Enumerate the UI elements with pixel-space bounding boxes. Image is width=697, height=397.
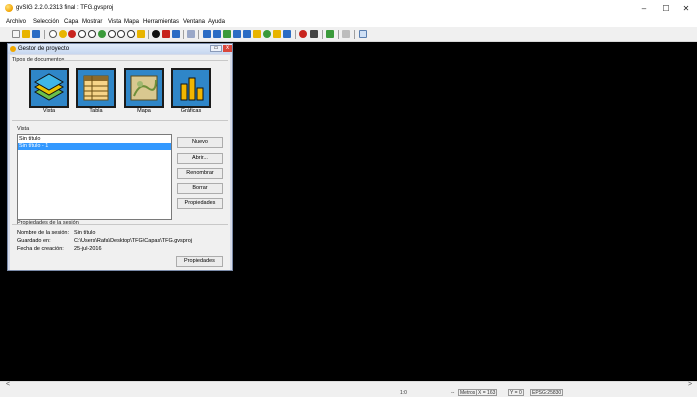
zoom-full-icon[interactable] <box>98 30 106 38</box>
info-icon[interactable] <box>152 30 160 38</box>
toolbar-separator <box>44 30 45 39</box>
list-item[interactable]: Sin título <box>18 136 171 143</box>
stop-icon[interactable] <box>299 30 307 38</box>
table-icon[interactable] <box>76 68 116 108</box>
chart-icon[interactable] <box>171 68 211 108</box>
layer-icon[interactable] <box>326 30 334 38</box>
save-icon[interactable] <box>32 30 40 38</box>
gvsig-logo-icon <box>5 4 13 12</box>
toolbar-separator <box>354 30 355 39</box>
saved-in-value: C:\Users\Rafa\Desktop\TFG\Capas\TFG.gvsp… <box>74 238 192 244</box>
scale-value: 1:0 <box>400 390 407 396</box>
measure-icon[interactable] <box>162 30 170 38</box>
session-section-label: Propiedades de la sesión <box>17 220 79 226</box>
saved-in-label: Guardado en: <box>17 238 51 244</box>
menu-archivo[interactable]: Archivo <box>6 19 26 25</box>
select-polygon-icon[interactable] <box>223 30 231 38</box>
zoom-next-icon[interactable] <box>117 30 125 38</box>
project-manager-icon <box>10 46 16 52</box>
new-icon[interactable] <box>12 30 20 38</box>
epsg-code[interactable]: EPSG:25830 <box>530 389 564 396</box>
graph-icon[interactable] <box>273 30 281 38</box>
filter-icon[interactable] <box>253 30 261 38</box>
toolbar-separator <box>295 30 296 39</box>
rename-button[interactable]: Renombrar <box>177 168 223 179</box>
delete-button[interactable]: Borrar <box>177 183 223 194</box>
menu-ayuda[interactable]: Ayuda <box>208 19 225 25</box>
menu-herramientas[interactable]: Herramientas <box>143 19 179 25</box>
doc-type-label-graficas: Gráficas <box>180 108 202 114</box>
zoom-layer-icon[interactable] <box>137 30 145 38</box>
menu-bar: Archivo Selección Capa Mostrar Vista Map… <box>0 18 697 27</box>
status-bar: 1:0 -- Metros X = 163 Y = 0 EPSG:25830 <box>0 389 697 397</box>
view-icon[interactable] <box>29 68 69 108</box>
toolbar-separator <box>198 30 199 39</box>
toolbar-separator <box>148 30 149 39</box>
select-circle-icon[interactable] <box>233 30 241 38</box>
doc-type-label-mapa: Mapa <box>137 108 151 114</box>
minimize-button[interactable]: – <box>637 3 651 15</box>
toolbar-separator <box>338 30 339 39</box>
zoom-select-icon[interactable] <box>127 30 135 38</box>
table-icon[interactable] <box>359 30 367 38</box>
horizontal-scrollbar[interactable]: < > <box>0 381 697 389</box>
toolbar-separator <box>183 30 184 39</box>
docs-section-label: Vista <box>17 126 30 132</box>
toolbar <box>0 27 697 42</box>
session-name-label: Nombre de la sesión: <box>17 230 69 236</box>
zoom-prev-icon[interactable] <box>108 30 116 38</box>
project-manager-close-button[interactable]: x <box>223 45 232 52</box>
doc-types-label: Tipos de documentos <box>12 57 65 63</box>
toolbar-separator <box>322 30 323 39</box>
grid-icon[interactable] <box>342 30 350 38</box>
project-manager-titlebar[interactable]: Gestor de proyecto ▭ x <box>8 44 232 54</box>
select-rect-icon[interactable] <box>213 30 221 38</box>
session-properties-button[interactable]: Propiedades <box>176 256 223 267</box>
creation-date-value: 25-jul-2016 <box>74 246 102 252</box>
map-icon[interactable] <box>124 68 164 108</box>
doc-type-label-vista: Vista <box>42 108 56 114</box>
globe-icon[interactable] <box>263 30 271 38</box>
session-name-value: Sin título <box>74 230 96 236</box>
units-value[interactable]: Metros <box>458 389 478 396</box>
menu-ventana[interactable]: Ventana <box>183 19 205 25</box>
scroll-left-icon[interactable]: < <box>6 381 10 388</box>
y-coordinate: Y = 0 <box>508 389 524 396</box>
units-separator: -- <box>451 390 455 396</box>
zoom-icon[interactable] <box>59 30 67 38</box>
list-item[interactable]: Sin título - 1 <box>18 143 171 150</box>
zoom-icon[interactable] <box>68 30 76 38</box>
open-button[interactable]: Abrir... <box>177 153 223 164</box>
document-list[interactable]: Sin título Sin título - 1 <box>17 134 172 220</box>
doc-type-label-tabla: Tabla <box>89 108 103 114</box>
graph-icon[interactable] <box>283 30 291 38</box>
window-title: gvSIG 2.2.0.2313 final : TFG.gvsproj <box>16 5 114 11</box>
title-bar: gvSIG 2.2.0.2313 final : TFG.gvsproj – ☐… <box>0 0 697 18</box>
creation-date-label: Fecha de creación: <box>17 246 64 252</box>
scroll-right-icon[interactable]: > <box>688 381 692 388</box>
pan-icon[interactable] <box>49 30 57 38</box>
hyperlink-icon[interactable] <box>187 30 195 38</box>
menu-seleccion[interactable]: Selección <box>33 19 59 25</box>
project-manager-title: Gestor de proyecto <box>18 46 70 52</box>
select-icon[interactable] <box>203 30 211 38</box>
zoom-out-icon[interactable] <box>88 30 96 38</box>
open-icon[interactable] <box>22 30 30 38</box>
select-buffer-icon[interactable] <box>243 30 251 38</box>
menu-mapa[interactable]: Mapa <box>124 19 139 25</box>
menu-capa[interactable]: Capa <box>64 19 78 25</box>
divider <box>12 120 228 121</box>
properties-button[interactable]: Propiedades <box>177 198 223 209</box>
menu-vista[interactable]: Vista <box>108 19 121 25</box>
divider <box>62 60 228 61</box>
x-coordinate: X = 163 <box>476 389 498 396</box>
maximize-button[interactable]: ☐ <box>659 3 673 15</box>
menu-mostrar[interactable]: Mostrar <box>82 19 102 25</box>
zoom-in-icon[interactable] <box>78 30 86 38</box>
close-button[interactable]: ✕ <box>679 3 693 15</box>
area-icon[interactable] <box>172 30 180 38</box>
new-button[interactable]: Nuevo <box>177 137 223 148</box>
tool-icon[interactable] <box>310 30 318 38</box>
project-manager-minimize-button[interactable]: ▭ <box>210 45 222 52</box>
